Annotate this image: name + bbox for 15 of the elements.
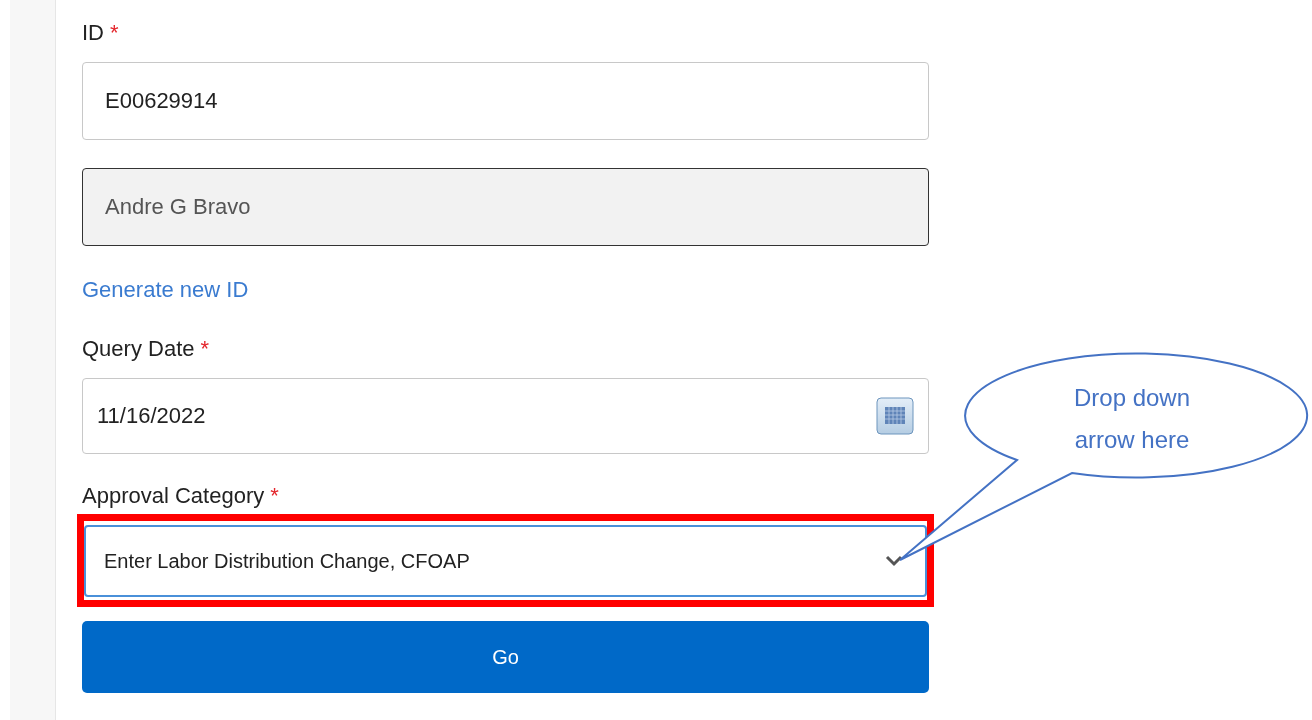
generate-id-link[interactable]: Generate new ID: [82, 276, 249, 304]
category-select[interactable]: Enter Labor Distribution Change, CFOAP: [84, 525, 927, 597]
go-button[interactable]: Go: [82, 621, 929, 693]
calendar-icon[interactable]: [876, 397, 914, 435]
id-field[interactable]: E00629914: [82, 62, 929, 140]
date-field[interactable]: 11/16/2022: [82, 378, 929, 454]
required-mark: *: [200, 335, 210, 363]
field-label: ID: [82, 19, 104, 47]
required-mark: *: [270, 482, 279, 510]
field-label: Query Date: [82, 335, 195, 363]
name-field: Andre G Bravo: [82, 168, 929, 246]
chevron-down-icon[interactable]: [885, 555, 903, 567]
required-mark: *: [110, 19, 119, 47]
field-label: Approval Category: [82, 482, 265, 510]
callout-text: Drop down arrow here: [1072, 383, 1192, 455]
